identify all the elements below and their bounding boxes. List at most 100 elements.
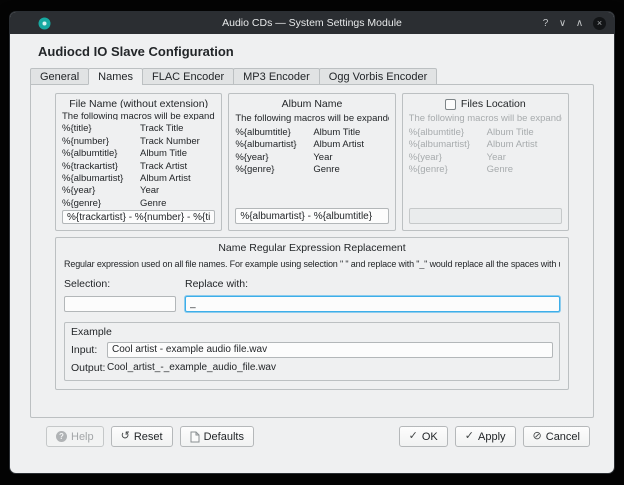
shade-icon[interactable]: ∨ bbox=[554, 18, 571, 29]
macro-meaning: Album Title bbox=[313, 127, 360, 139]
macro-name: %{trackartist} bbox=[62, 161, 140, 173]
apply-button[interactable]: ✓ Apply bbox=[455, 426, 516, 447]
unshade-icon[interactable]: ∧ bbox=[571, 18, 588, 29]
file-name-group: File Name (without extension) The follow… bbox=[55, 93, 222, 231]
example-input-label: Input: bbox=[71, 344, 107, 356]
macro-meaning: Album Title bbox=[140, 148, 187, 160]
window-content: Audiocd IO Slave Configuration General N… bbox=[10, 34, 614, 473]
macro-name: %{albumartist} bbox=[409, 139, 487, 151]
tab-flac-encoder[interactable]: FLAC Encoder bbox=[142, 68, 234, 85]
ok-button-label: OK bbox=[422, 431, 438, 443]
titlebar: Audio CDs — System Settings Module ? ∨ ∧… bbox=[10, 12, 614, 34]
reset-button[interactable]: ↺ Reset bbox=[111, 426, 173, 447]
file-name-group-title: File Name (without extension) bbox=[62, 98, 215, 108]
macro-row: %{title} Track Title bbox=[62, 123, 215, 135]
files-location-macros-intro: The following macros will be expanded: bbox=[409, 113, 562, 124]
macro-name: %{title} bbox=[62, 123, 140, 135]
reset-icon: ↺ bbox=[121, 431, 130, 442]
audio-cd-icon bbox=[38, 17, 51, 30]
files-location-title-row: Files Location bbox=[409, 98, 562, 110]
macro-name: %{number} bbox=[62, 136, 140, 148]
close-icon[interactable]: × bbox=[593, 17, 606, 30]
album-name-pattern-input[interactable] bbox=[235, 208, 388, 224]
example-output-label: Output: bbox=[71, 362, 107, 374]
tab-mp3-encoder[interactable]: MP3 Encoder bbox=[233, 68, 320, 85]
album-name-macros-intro: The following macros will be expanded: bbox=[235, 113, 388, 124]
ok-button[interactable]: ✓ OK bbox=[399, 426, 448, 447]
files-location-group: Files Location The following macros will… bbox=[402, 93, 569, 231]
settings-window: Audio CDs — System Settings Module ? ∨ ∧… bbox=[10, 12, 614, 473]
macro-row: %{genre} Genre bbox=[409, 164, 562, 176]
files-location-pattern-input[interactable] bbox=[409, 208, 562, 224]
album-name-group: Album Name The following macros will be … bbox=[228, 93, 395, 231]
ok-check-icon: ✓ bbox=[409, 431, 418, 442]
macro-meaning: Track Artist bbox=[140, 161, 187, 173]
replace-with-input[interactable] bbox=[185, 296, 560, 312]
cancel-icon: ⊘ bbox=[533, 431, 542, 442]
macro-meaning: Album Title bbox=[487, 127, 534, 139]
macro-row: %{albumtitle} Album Title bbox=[409, 127, 562, 139]
macro-row: %{genre} Genre bbox=[235, 164, 388, 176]
macro-row: %{albumartist} Album Artist bbox=[235, 139, 388, 151]
tab-bar: General Names FLAC Encoder MP3 Encoder O… bbox=[30, 68, 594, 85]
replace-with-label: Replace with: bbox=[185, 278, 560, 290]
defaults-document-icon bbox=[190, 431, 200, 443]
macro-meaning: Genre bbox=[313, 164, 339, 176]
macro-row: %{trackartist} Track Artist bbox=[62, 161, 215, 173]
defaults-button[interactable]: Defaults bbox=[180, 426, 254, 447]
macro-meaning: Year bbox=[140, 185, 159, 197]
example-input-row: Input: bbox=[71, 342, 553, 358]
macro-name: %{genre} bbox=[62, 198, 140, 210]
window-title: Audio CDs — System Settings Module bbox=[10, 17, 614, 29]
files-location-group-title: Files Location bbox=[461, 98, 526, 110]
example-input-field[interactable] bbox=[107, 342, 553, 358]
macro-row: %{year} Year bbox=[62, 185, 215, 197]
macro-row: %{albumtitle} Album Title bbox=[62, 148, 215, 160]
macro-meaning: Album Artist bbox=[140, 173, 191, 185]
selection-input[interactable] bbox=[64, 296, 176, 312]
macro-name: %{albumartist} bbox=[62, 173, 140, 185]
example-output-value: Cool_artist_-_example_audio_file.wav bbox=[107, 362, 276, 373]
file-name-macros-intro: The following macros will be expanded: bbox=[62, 111, 215, 120]
files-location-checkbox[interactable] bbox=[445, 99, 456, 110]
macro-meaning: Year bbox=[313, 152, 332, 164]
apply-button-label: Apply bbox=[478, 431, 506, 443]
macro-meaning: Album Artist bbox=[487, 139, 538, 151]
cancel-button[interactable]: ⊘ Cancel bbox=[523, 426, 590, 447]
regexp-group-title: Name Regular Expression Replacement bbox=[64, 242, 560, 254]
regexp-replacement-group: Name Regular Expression Replacement Regu… bbox=[55, 237, 569, 390]
macro-name: %{genre} bbox=[235, 164, 313, 176]
example-group: Example Input: Output: Cool_artist_-_exa… bbox=[64, 322, 560, 381]
file-name-pattern-input[interactable] bbox=[62, 210, 215, 224]
regexp-description: Regular expression used on all file name… bbox=[64, 259, 560, 269]
macro-meaning: Genre bbox=[487, 164, 513, 176]
tab-general[interactable]: General bbox=[30, 68, 89, 85]
macro-meaning: Year bbox=[487, 152, 506, 164]
macro-row: %{number} Track Number bbox=[62, 136, 215, 148]
selection-field-col: Selection: bbox=[64, 278, 176, 312]
help-icon: ? bbox=[56, 431, 67, 442]
macro-name: %{albumartist} bbox=[235, 139, 313, 151]
names-tab-pane: File Name (without extension) The follow… bbox=[30, 84, 594, 418]
help-window-icon[interactable]: ? bbox=[537, 18, 554, 29]
macro-row: %{year} Year bbox=[409, 152, 562, 164]
macro-meaning: Track Title bbox=[140, 123, 183, 135]
macro-row: %{albumtitle} Album Title bbox=[235, 127, 388, 139]
help-button[interactable]: ? Help bbox=[46, 426, 104, 447]
defaults-button-label: Defaults bbox=[204, 431, 244, 443]
example-output-row: Output: Cool_artist_-_example_audio_file… bbox=[71, 362, 553, 374]
macro-name: %{albumtitle} bbox=[409, 127, 487, 139]
dialog-button-box: ? Help ↺ Reset Defaults ✓ OK bbox=[46, 426, 590, 447]
macro-name: %{year} bbox=[235, 152, 313, 164]
tab-names[interactable]: Names bbox=[88, 68, 143, 85]
regexp-fields-row: Selection: Replace with: bbox=[64, 278, 560, 312]
macro-name: %{albumtitle} bbox=[62, 148, 140, 160]
tab-ogg-vorbis-encoder[interactable]: Ogg Vorbis Encoder bbox=[319, 68, 437, 85]
album-name-group-title: Album Name bbox=[235, 98, 388, 110]
macro-name: %{year} bbox=[409, 152, 487, 164]
help-button-label: Help bbox=[71, 431, 94, 443]
selection-label: Selection: bbox=[64, 278, 176, 290]
apply-check-icon: ✓ bbox=[465, 431, 474, 442]
replace-field-col: Replace with: bbox=[185, 278, 560, 312]
cancel-button-label: Cancel bbox=[546, 431, 580, 443]
